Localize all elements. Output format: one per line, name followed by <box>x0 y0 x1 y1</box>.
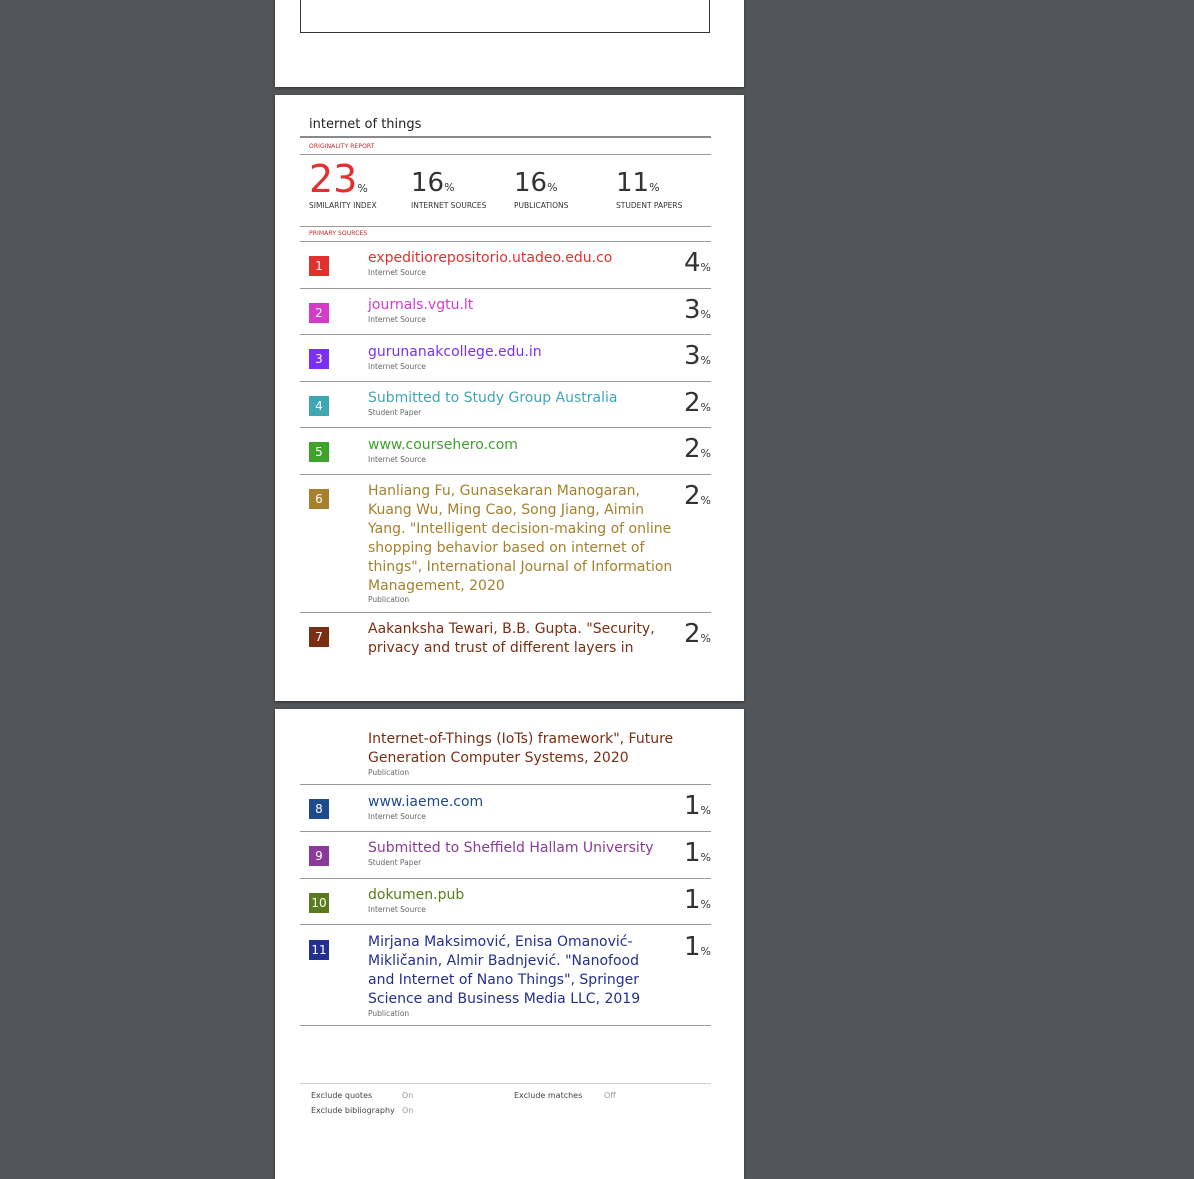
stat-label: PUBLICATIONS <box>514 201 569 210</box>
source-title[interactable]: journals.vgtu.lt <box>368 296 680 315</box>
source-percent: 3% <box>684 295 711 325</box>
stat-unit: % <box>649 181 660 194</box>
source-number-badge: 4 <box>309 396 329 416</box>
source-type: Internet Source <box>368 455 426 464</box>
source-percent: 2% <box>684 434 711 464</box>
source-percent: 1% <box>684 932 711 962</box>
source-type: Internet Source <box>368 905 426 914</box>
exclude-matches-value: Off <box>604 1091 616 1100</box>
source-number-badge: 3 <box>309 349 329 369</box>
source-type: Student Paper <box>368 408 422 417</box>
source-percent: 2% <box>684 388 711 418</box>
source-type: Internet Source <box>368 315 426 324</box>
source-title[interactable]: Mirjana Maksimović, Enisa Omanović-Mikli… <box>368 933 668 1009</box>
source-row[interactable]: 6 Hanliang Fu, Gunasekaran Manogaran, Ku… <box>300 475 711 612</box>
source-percent: 1% <box>684 791 711 821</box>
stat-unit: % <box>357 182 368 195</box>
divider <box>300 136 711 138</box>
source-type: Student Paper <box>368 858 422 867</box>
primary-sources-label: PRIMARY SOURCES <box>309 230 368 237</box>
source-row[interactable]: 5 www.coursehero.com Internet Source 2% <box>300 428 711 474</box>
source-number-badge: 6 <box>309 489 329 509</box>
stat-unit: % <box>547 181 558 194</box>
source-number-badge: 2 <box>309 303 329 323</box>
exclude-quotes-value: On <box>402 1091 414 1100</box>
source-title[interactable]: Hanliang Fu, Gunasekaran Manogaran, Kuan… <box>368 482 680 596</box>
source-row[interactable]: 1 expeditiorepositorio.utadeo.edu.co Int… <box>300 242 711 288</box>
divider <box>300 226 711 227</box>
exclude-bibliography-value: On <box>402 1106 414 1115</box>
source-title[interactable]: dokumen.pub <box>368 886 680 905</box>
stat-internet: 16% INTERNET SOURCES <box>411 168 486 210</box>
stat-label: INTERNET SOURCES <box>411 201 487 210</box>
document-page-1 <box>275 0 744 87</box>
stat-similarity: 23% SIMILARITY INDEX <box>309 157 377 210</box>
source-percent: 3% <box>684 341 711 371</box>
stat-student-papers: 11% STUDENT PAPERS <box>616 168 682 210</box>
divider <box>300 154 711 155</box>
source-type: Internet Source <box>368 268 426 277</box>
source-number-badge: 8 <box>309 799 329 819</box>
document-page-2: internet of things ORIGINALITY REPORT 23… <box>275 95 744 701</box>
stat-value: 11 <box>616 168 650 198</box>
source-number-badge: 1 <box>309 256 329 276</box>
divider <box>300 1025 711 1026</box>
source-title[interactable]: expeditiorepositorio.utadeo.edu.co <box>368 249 680 268</box>
originality-label: ORIGINALITY REPORT <box>309 143 375 150</box>
content-box <box>300 0 710 33</box>
source-row[interactable]: 11 Mirjana Maksimović, Enisa Omanović-Mi… <box>300 925 711 1025</box>
source-type: Publication <box>368 595 410 604</box>
stat-value: 23 <box>309 157 358 201</box>
source-title[interactable]: www.coursehero.com <box>368 436 680 455</box>
source-row[interactable]: 10 dokumen.pub Internet Source 1% <box>300 879 711 925</box>
source-row[interactable]: 7 Aakanksha Tewari, B.B. Gupta. "Securit… <box>300 613 711 673</box>
source-row-continued[interactable]: Internet-of-Things (IoTs) framework", Fu… <box>300 709 711 784</box>
exclude-matches-label: Exclude matches <box>514 1091 583 1100</box>
stat-label: STUDENT PAPERS <box>616 201 683 210</box>
divider <box>300 1083 711 1084</box>
source-number-badge: 10 <box>309 893 329 913</box>
source-percent: 1% <box>684 885 711 915</box>
source-type: Internet Source <box>368 812 426 821</box>
source-number-badge: 11 <box>309 940 329 960</box>
source-title[interactable]: www.iaeme.com <box>368 793 680 812</box>
source-row[interactable]: 4 Submitted to Study Group Australia Stu… <box>300 382 711 428</box>
source-percent: 1% <box>684 838 711 868</box>
source-row[interactable]: 3 gurunanakcollege.edu.in Internet Sourc… <box>300 335 711 381</box>
exclude-bibliography-label: Exclude bibliography <box>311 1106 395 1115</box>
source-percent: 2% <box>684 481 711 511</box>
source-title[interactable]: Aakanksha Tewari, B.B. Gupta. "Security,… <box>368 620 680 658</box>
source-row[interactable]: 9 Submitted to Sheffield Hallam Universi… <box>300 832 711 878</box>
source-number-badge: 5 <box>309 442 329 462</box>
stat-label: SIMILARITY INDEX <box>309 201 377 210</box>
source-type: Internet Source <box>368 362 426 371</box>
stat-unit: % <box>444 181 455 194</box>
source-title[interactable]: Submitted to Sheffield Hallam University <box>368 839 680 858</box>
source-title[interactable]: gurunanakcollege.edu.in <box>368 343 680 362</box>
source-type: Publication <box>368 1009 410 1018</box>
source-percent: 4% <box>684 248 711 278</box>
doc-title: internet of things <box>309 117 422 132</box>
stat-value: 16 <box>514 168 548 198</box>
source-number-badge: 9 <box>309 846 329 866</box>
source-number-badge: 7 <box>309 627 329 647</box>
source-row[interactable]: 8 www.iaeme.com Internet Source 1% <box>300 785 711 831</box>
source-title[interactable]: Submitted to Study Group Australia <box>368 389 680 408</box>
exclude-quotes-label: Exclude quotes <box>311 1091 373 1100</box>
stat-value: 16 <box>411 168 445 198</box>
source-title[interactable]: Internet-of-Things (IoTs) framework", Fu… <box>368 730 680 768</box>
source-row[interactable]: 2 journals.vgtu.lt Internet Source 3% <box>300 289 711 335</box>
stat-publications: 16% PUBLICATIONS <box>514 168 568 210</box>
source-type: Publication <box>368 768 410 777</box>
source-percent: 2% <box>684 619 711 649</box>
document-page-3: Internet-of-Things (IoTs) framework", Fu… <box>275 709 744 1179</box>
